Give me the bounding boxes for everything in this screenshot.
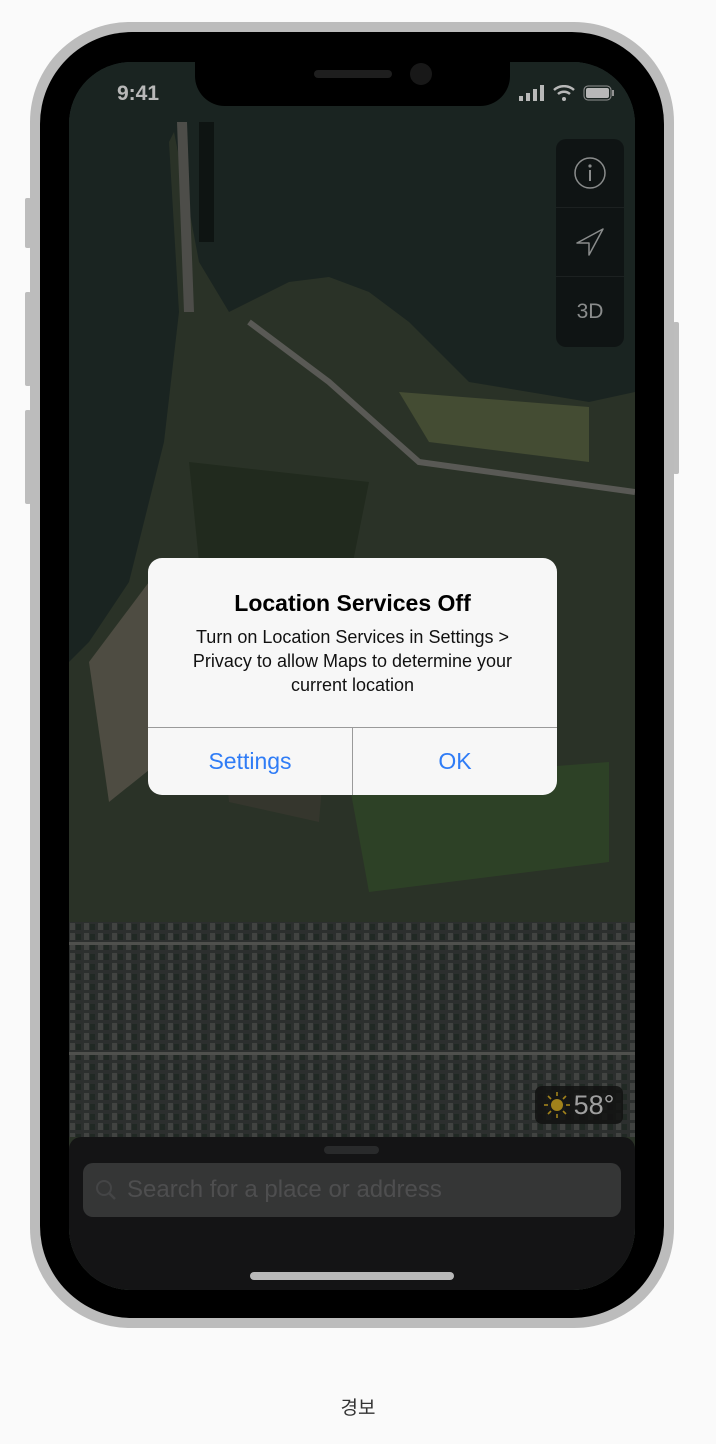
alert-actions: Settings OK: [148, 727, 557, 795]
screen: 9:41 3D 58° Search for a place or addres…: [69, 62, 635, 1290]
alert-title: Location Services Off: [234, 590, 471, 616]
location-alert-dialog: Location Services Off Turn on Location S…: [148, 558, 557, 795]
alert-message: Turn on Location Services in Settings > …: [192, 627, 513, 695]
ok-button[interactable]: OK: [353, 728, 557, 795]
caption: 경보: [340, 1398, 376, 1419]
settings-button[interactable]: Settings: [148, 728, 353, 795]
